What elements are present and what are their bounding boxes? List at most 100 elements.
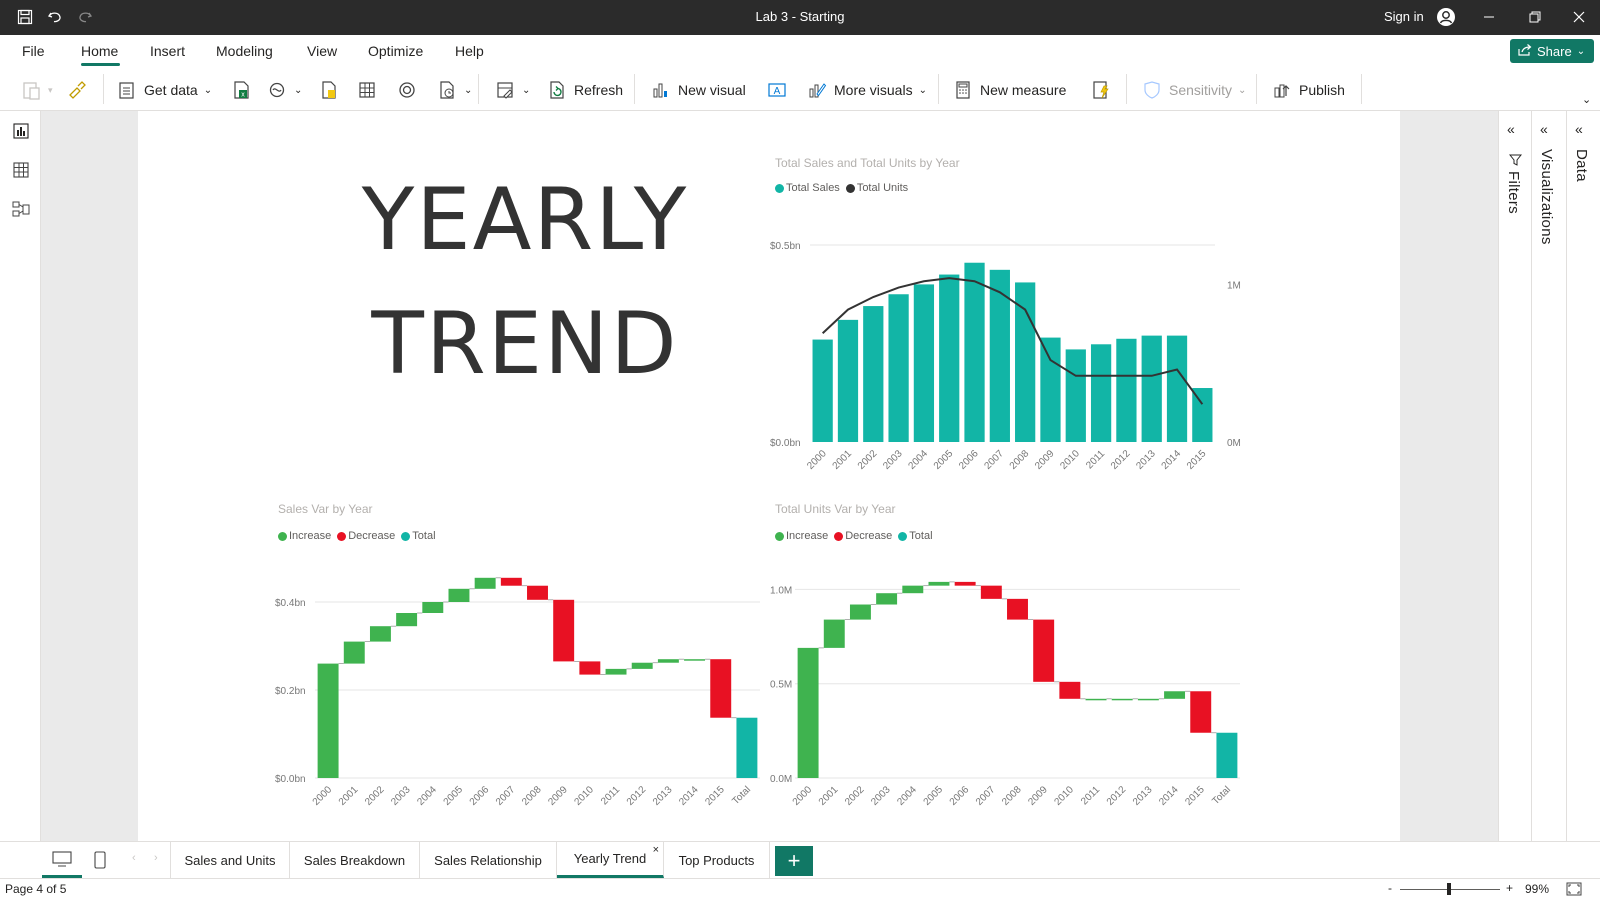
x-tick-label: 2009 <box>1033 448 1057 472</box>
x-tick-label: 2014 <box>1160 448 1184 472</box>
x-tick-label: 2013 <box>651 784 675 808</box>
chevron-down-icon: ⌄ <box>203 84 213 96</box>
page-tab-sales-and-units[interactable]: Sales and Units <box>170 842 290 878</box>
units-waterfall-chart[interactable]: 0.0M 0.5M 1.0M 2000 2001 2002 2003 2004 2005 2006… <box>770 570 1270 825</box>
legend-item[interactable]: Increase <box>278 530 331 542</box>
minimize-icon[interactable] <box>1480 8 1498 26</box>
sensitivity-label: Sensitivity <box>1169 82 1233 98</box>
page-tab-top-products[interactable]: Top Products <box>664 842 770 878</box>
increase-bar <box>876 593 898 605</box>
close-tab-icon[interactable]: × <box>653 844 659 856</box>
table-view-icon[interactable] <box>10 159 32 181</box>
menu-help[interactable]: Help <box>455 43 484 59</box>
decrease-bar <box>553 599 575 662</box>
legend-item[interactable]: Total Units <box>845 182 908 194</box>
menu-home[interactable]: Home <box>81 43 118 59</box>
legend-item[interactable]: Total <box>898 530 933 542</box>
chart-title: Total Sales and Total Units by Year <box>775 156 960 170</box>
new-measure-button[interactable]: New measure <box>952 78 1066 102</box>
share-button[interactable]: Share ⌄ <box>1510 39 1594 63</box>
enter-data-button[interactable] <box>356 78 378 102</box>
fit-to-page-icon[interactable] <box>1566 882 1582 899</box>
legend-item[interactable]: Total <box>401 530 436 542</box>
increase-bar <box>823 619 845 648</box>
increase-bar <box>1085 698 1107 701</box>
legend-item[interactable]: Total Sales <box>775 182 840 194</box>
restore-icon[interactable] <box>1526 8 1544 26</box>
legend-item[interactable]: Increase <box>775 530 828 542</box>
chevrons-left-icon[interactable]: « <box>1575 121 1583 137</box>
format-painter-button[interactable] <box>66 78 88 102</box>
more-visuals-button[interactable]: More visuals ⌄ <box>806 78 927 102</box>
decrease-bar <box>710 659 732 718</box>
chart-legend: Increase Decrease Total <box>775 530 933 542</box>
decrease-bar <box>500 577 522 586</box>
paste-button[interactable]: ▾ <box>20 78 53 102</box>
ribbon-collapse-icon[interactable]: ⌄ <box>1582 93 1591 106</box>
page-tab-sales-relationship[interactable]: Sales Relationship <box>420 842 557 878</box>
y2-tick-label: 0M <box>1227 438 1241 449</box>
sales-waterfall-chart[interactable]: $0.0bn$0.2bn$0.4bn2000 2001 2002 2003 2004 20… <box>275 570 770 825</box>
page-tab-yearly-trend[interactable]: Yearly Trend × <box>557 842 664 878</box>
account-icon[interactable] <box>1436 7 1456 27</box>
y2-tick-label: 1M <box>1227 280 1241 291</box>
onelake-button[interactable]: ⌄ <box>266 78 302 102</box>
more-visuals-label: More visuals <box>834 82 913 98</box>
x-tick-label: Total <box>1210 784 1233 807</box>
excel-button[interactable]: x <box>230 78 252 102</box>
quick-measure-button[interactable] <box>1090 78 1112 102</box>
desktop-layout-icon[interactable] <box>42 842 82 878</box>
new-measure-label: New measure <box>980 82 1067 98</box>
report-view-icon[interactable] <box>10 120 32 142</box>
bar <box>1040 337 1061 442</box>
menu-modeling[interactable]: Modeling <box>216 43 273 59</box>
legend-item[interactable]: Decrease <box>834 530 892 542</box>
chevrons-left-icon[interactable]: « <box>1540 121 1548 137</box>
recent-sources-button[interactable]: ⌄ <box>436 78 472 102</box>
x-tick-label: 2011 <box>599 784 622 807</box>
x-tick-label: 2013 <box>1131 784 1155 808</box>
zoom-level[interactable]: 99% <box>1525 882 1549 896</box>
chevron-down-icon: ⌄ <box>522 84 531 96</box>
combo-chart[interactable]: $0.0bn $0.5bn 0M 1M 2000 2001 2002 2003 2004 2005… <box>770 235 1270 480</box>
transform-icon <box>494 79 516 101</box>
y-tick-label: $0.5bn <box>770 241 801 252</box>
get-data-button[interactable]: Get data ⌄ <box>116 78 212 102</box>
x-tick-label: 2005 <box>442 784 466 808</box>
legend-item[interactable]: Decrease <box>337 530 395 542</box>
chart-legend: Total Sales Total Units <box>775 182 908 194</box>
page-tab-sales-breakdown[interactable]: Sales Breakdown <box>290 842 420 878</box>
menu-optimize[interactable]: Optimize <box>368 43 423 59</box>
publish-button[interactable]: Publish <box>1271 78 1345 102</box>
sql-server-button[interactable] <box>318 78 340 102</box>
new-visual-button[interactable]: New visual <box>650 78 746 102</box>
zoom-slider-thumb[interactable] <box>1447 883 1451 895</box>
sign-in-link[interactable]: Sign in <box>1384 9 1424 24</box>
refresh-button[interactable]: Refresh <box>546 78 623 102</box>
add-page-button[interactable]: + <box>775 846 813 876</box>
dataverse-button[interactable] <box>396 78 418 102</box>
transform-data-button[interactable]: ⌄ <box>494 78 530 102</box>
increase-bar <box>422 602 444 613</box>
data-pane[interactable]: « Data <box>1566 111 1600 841</box>
decrease-bar <box>1033 619 1055 682</box>
menu-file[interactable]: File <box>22 43 45 59</box>
visualizations-pane[interactable]: « Visualizations <box>1531 111 1566 841</box>
zoom-out-button[interactable]: - <box>1388 881 1392 895</box>
y-tick-label: $0.0bn <box>770 438 801 449</box>
chevrons-left-icon[interactable]: « <box>1507 121 1515 137</box>
mobile-layout-icon[interactable] <box>94 851 106 874</box>
scroll-left-icon[interactable]: ‹ <box>132 852 136 864</box>
menu-view[interactable]: View <box>307 43 337 59</box>
increase-bar <box>902 585 924 594</box>
scroll-right-icon[interactable]: › <box>154 852 158 864</box>
x-tick-label: 2001 <box>817 784 841 808</box>
x-tick-label: 2007 <box>974 784 998 808</box>
menu-insert[interactable]: Insert <box>150 43 185 59</box>
close-icon[interactable] <box>1570 8 1588 26</box>
sensitivity-button[interactable]: Sensitivity ⌄ <box>1141 78 1246 102</box>
zoom-in-button[interactable]: + <box>1506 881 1513 895</box>
text-box-button[interactable]: A <box>766 78 788 102</box>
model-view-icon[interactable] <box>10 198 32 220</box>
filters-pane[interactable]: « Filters <box>1498 111 1531 841</box>
